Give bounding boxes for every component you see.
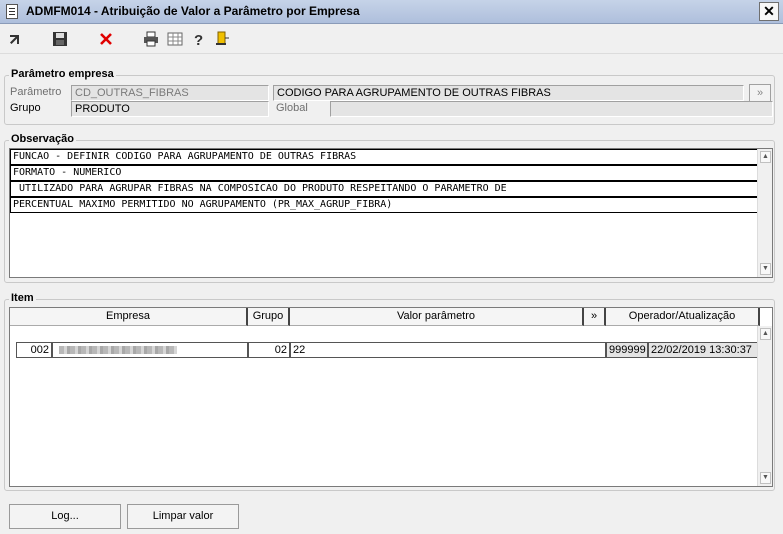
global-field (330, 101, 773, 117)
scroll-down-icon[interactable]: ▼ (760, 472, 771, 484)
parametro-label: Parâmetro (10, 86, 62, 98)
valor-cell[interactable]: 22 (290, 342, 606, 358)
observacao-line: UTILIZADO PARA AGRUPAR FIBRAS NA COMPOSI… (10, 181, 758, 197)
delete-icon[interactable] (97, 30, 115, 48)
observacao-scrollbar[interactable]: ▲ ▼ (757, 149, 772, 277)
empresa-code-cell[interactable]: 002 (16, 342, 52, 358)
help-icon[interactable]: ? (190, 30, 208, 49)
atualizacao-cell: 22/02/2019 13:30:37 (648, 342, 760, 358)
grupo-cell[interactable]: 02 (248, 342, 290, 358)
column-header-expand[interactable]: » (584, 308, 606, 326)
scroll-up-icon[interactable]: ▲ (760, 151, 771, 163)
operador-cell: 999999 (606, 342, 648, 358)
group-title: Item (9, 292, 36, 304)
toolbar: ? (0, 24, 783, 54)
column-header-grupo[interactable]: Grupo (248, 308, 290, 326)
item-scrollbar[interactable]: ▲ ▼ (757, 326, 772, 486)
observacao-line: FORMATO - NUMERICO (10, 165, 758, 181)
scroll-down-icon[interactable]: ▼ (760, 263, 771, 275)
table-icon[interactable] (166, 30, 184, 48)
column-header-empresa[interactable]: Empresa (10, 308, 248, 326)
group-title: Parâmetro empresa (9, 68, 116, 80)
empresa-name-cell[interactable] (52, 342, 248, 358)
column-header-valor[interactable]: Valor parâmetro (290, 308, 584, 326)
item-grid: Empresa Grupo Valor parâmetro » Operador… (9, 307, 773, 487)
grupo-label: Grupo (10, 102, 41, 114)
print-icon[interactable] (142, 30, 160, 48)
observacao-textarea[interactable]: FUNCAO - DEFINIR CODIGO PARA AGRUPAMENTO… (9, 148, 773, 278)
parametro-desc-field: CODIGO PARA AGRUPAMENTO DE OUTRAS FIBRAS (273, 85, 744, 101)
grupo-field: PRODUTO (71, 101, 269, 117)
log-button[interactable]: Log... (9, 504, 121, 529)
scroll-up-icon[interactable]: ▲ (760, 328, 771, 340)
parametro-code-field: CD_OUTRAS_FIBRAS (71, 85, 269, 101)
window-title: ADMFM014 - Atribuição de Valor a Parâmet… (26, 4, 360, 18)
observacao-line: FUNCAO - DEFINIR CODIGO PARA AGRUPAMENTO… (10, 149, 758, 165)
redacted-text (59, 346, 177, 355)
svg-text:?: ? (194, 32, 203, 48)
observacao-line: PERCENTUAL MAXIMO PERMITIDO NO AGRUPAMEN… (10, 197, 758, 213)
select-icon[interactable] (6, 30, 24, 48)
title-bar: ADMFM014 - Atribuição de Valor a Parâmet… (0, 0, 783, 24)
global-label: Global (276, 102, 308, 114)
group-title: Observação (9, 133, 76, 145)
exit-icon[interactable] (213, 30, 231, 48)
expand-button[interactable]: » (749, 84, 771, 102)
close-button[interactable]: ✕ (759, 2, 779, 21)
document-icon (6, 4, 18, 19)
save-icon[interactable] (51, 30, 69, 48)
column-header-operador[interactable]: Operador/Atualização (606, 308, 760, 326)
limpar-valor-button[interactable]: Limpar valor (127, 504, 239, 529)
